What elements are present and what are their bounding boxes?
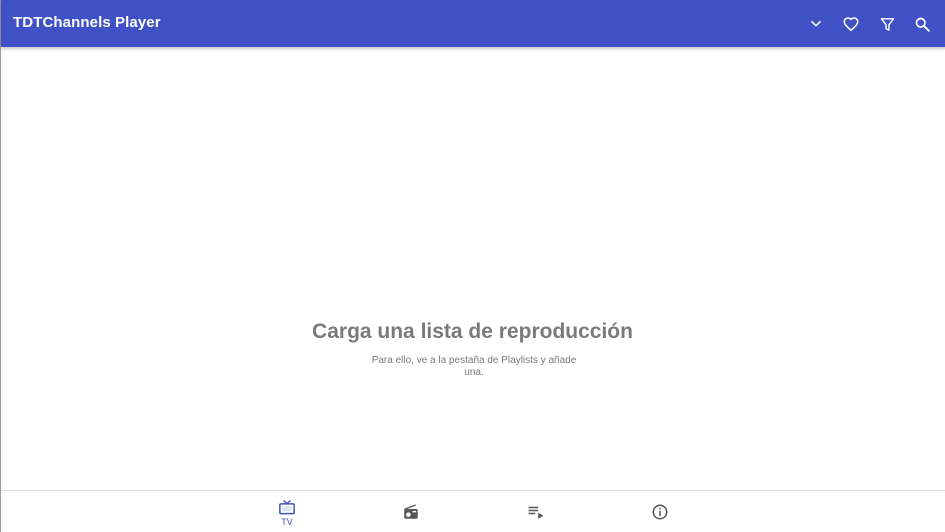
tv-icon: [279, 500, 295, 515]
nav-item-playlists[interactable]: [501, 491, 571, 532]
app-window: TDTChannels Player Carga una lista de re…: [0, 0, 945, 532]
empty-state-title: Carga una lista de reproducción: [312, 320, 633, 343]
dropdown-button[interactable]: [799, 7, 833, 41]
favorites-button[interactable]: [834, 7, 868, 41]
empty-state-subtitle: Para ello, ve a la pestaña de Playlists …: [371, 355, 577, 378]
search-button[interactable]: [905, 7, 939, 41]
nav-item-info[interactable]: [625, 491, 695, 532]
chevron-down-icon: [811, 20, 821, 27]
nav-item-tv[interactable]: TV: [252, 491, 322, 532]
nav-item-radio[interactable]: [376, 491, 446, 532]
app-title: TDTChannels Player: [13, 14, 161, 31]
heart-outline-icon: [843, 17, 859, 32]
app-bar: TDTChannels Player: [1, 0, 945, 47]
bottom-navigation: TV: [1, 490, 945, 532]
filter-button[interactable]: [870, 7, 904, 41]
playlist-play-icon: [528, 506, 544, 519]
nav-label-tv: TV: [281, 517, 293, 527]
radio-icon: [404, 504, 418, 519]
main-content: Carga una lista de reproducción Para ell…: [1, 47, 945, 490]
info-icon: [652, 504, 668, 520]
filter-icon: [880, 17, 894, 31]
search-icon: [915, 17, 930, 32]
